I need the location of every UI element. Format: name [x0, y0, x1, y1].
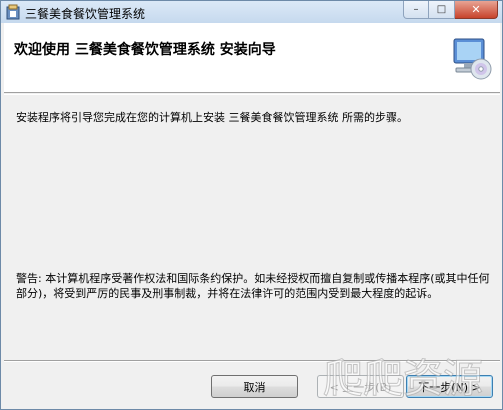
installer-app-icon: [6, 4, 20, 20]
minimize-icon: –: [413, 4, 419, 15]
wizard-heading: 欢迎使用 三餐美食餐饮管理系统 安装向导: [14, 42, 276, 58]
minimize-button[interactable]: –: [403, 1, 429, 19]
caption-buttons: – □ ✕: [403, 1, 498, 19]
footer-divider: [4, 360, 500, 362]
computer-cd-icon: [453, 38, 492, 80]
close-icon: ✕: [471, 3, 481, 16]
installer-window: 三餐美食餐饮管理系统 – □ ✕ 欢迎使用 三餐美食餐饮管理系统 安装向导 安装…: [0, 0, 503, 410]
intro-text: 安装程序将引导您完成在您的计算机上安装 三餐美食餐饮管理系统 所需的步骤。: [16, 111, 408, 124]
title-bar[interactable]: 三餐美食餐饮管理系统 – □ ✕: [1, 1, 502, 23]
wizard-banner: 欢迎使用 三餐美食餐饮管理系统 安装向导: [4, 23, 500, 93]
cancel-button[interactable]: 取消: [211, 375, 298, 398]
wizard-content: 安装程序将引导您完成在您的计算机上安装 三餐美食餐饮管理系统 所需的步骤。 警告…: [4, 95, 500, 357]
maximize-icon: □: [436, 4, 447, 15]
copyright-warning: 警告: 本计算机程序受著作权法和国际条约保护。如未经授权而擅自复制或传播本程序(…: [16, 272, 490, 300]
maximize-button[interactable]: □: [429, 1, 455, 19]
back-button[interactable]: < 上一步(B): [317, 375, 404, 398]
next-button[interactable]: 下一步(N) >: [406, 375, 493, 398]
close-button[interactable]: ✕: [455, 1, 498, 19]
window-title: 三餐美食餐饮管理系统: [25, 7, 146, 21]
